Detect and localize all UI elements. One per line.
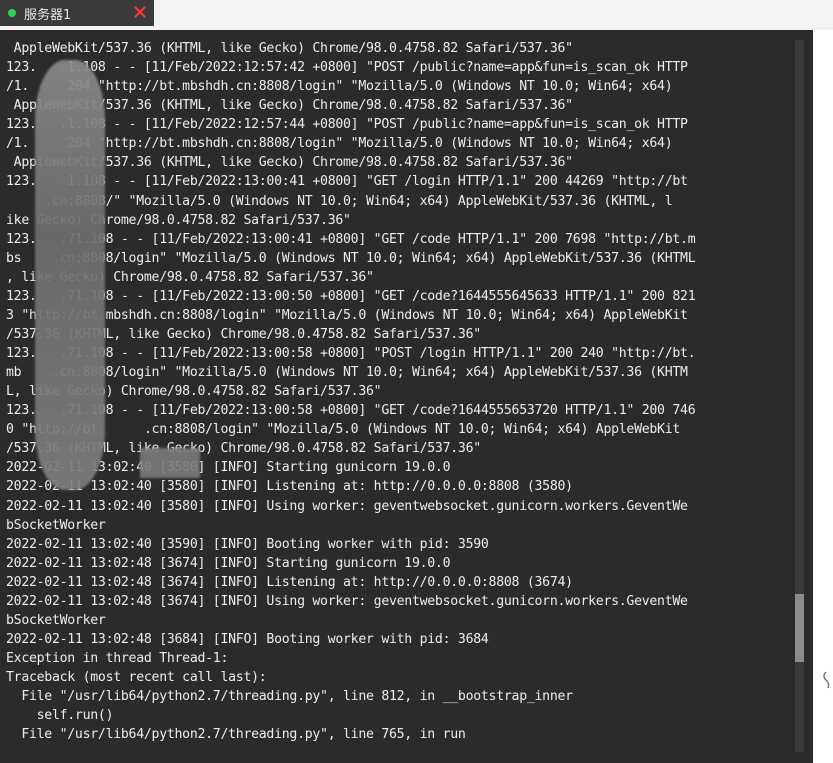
redaction-blur-small [140,448,200,478]
terminal-line: 123. .71.108 - - [11/Feb/2022:13:00:50 +… [6,288,696,304]
terminal-line: 123. .1.108 - - [11/Feb/2022:12:57:44 +0… [6,117,688,133]
terminal-line: /1. 204 "http://bt.mbshdh.cn:8808/login"… [6,136,673,152]
terminal-line: , like Gecko) Chrome/98.0.4758.82 Safari… [6,269,374,285]
close-icon[interactable] [132,4,148,20]
scrollbar-thumb[interactable] [795,594,804,662]
tab-server-1[interactable]: 服务器1 [0,0,154,26]
terminal-line: 123. .1.108 - - [11/Feb/2022:13:00:41 +0… [6,174,688,190]
terminal-output[interactable]: AppleWebKit/537.36 (KHTML, like Gecko) C… [6,39,796,759]
terminal-line: self.run() [6,708,114,724]
terminal-line: 123. .71.108 - - [11/Feb/2022:13:00:58 +… [6,346,696,361]
terminal-line: 123. .71.108 - - [11/Feb/2022:13:00:58 +… [6,403,696,419]
terminal-line: L, like Gecko) Chrome/98.0.4758.82 Safar… [6,384,382,400]
terminal-line: 123. .1.108 - - [11/Feb/2022:12:57:42 +0… [6,60,688,76]
terminal-line: 3 "http://bt.mbshdh.cn:8808/login" "Mozi… [6,307,688,323]
terminal-line: /537.36 (KHTML, like Gecko) Chrome/98.0.… [6,441,481,457]
terminal-line: .cn:8808/" "Mozilla/5.0 (Windows NT 10.0… [6,193,673,209]
redaction-blur [35,60,105,490]
window-edge [813,30,833,763]
tab-title: 服务器1 [24,7,72,23]
terminal-panel[interactable]: AppleWebKit/537.36 (KHTML, like Gecko) C… [0,30,813,763]
terminal-line: /1. 204 "http://bt.mbshdh.cn:8808/login"… [6,79,673,95]
tab-bar: 服务器1 [0,0,833,30]
terminal-line: 2022-02-11 13:02:40 [3590] [INFO] Bootin… [6,536,489,552]
terminal-line: bSocketWorker [6,517,106,533]
connection-status-dot [8,9,16,17]
terminal-line: bs .cn:8808/login" "Mozilla/5.0 (Windows… [6,250,696,266]
terminal-line: 2022-02-11 13:02:48 [3674] [INFO] Using … [6,593,688,609]
terminal-line: File "/usr/lib64/python2.7/threading.py"… [6,727,466,743]
terminal-line: AppleWebKit/537.36 (KHTML, like Gecko) C… [6,155,573,171]
terminal-line: mb .cn:8808/login" "Mozilla/5.0 (Windows… [6,365,688,381]
terminal-scrollbar[interactable] [795,40,804,752]
terminal-line: 2022-02-11 13:02:48 [3684] [INFO] Bootin… [6,631,489,647]
terminal-line: ike Gecko) Chrome/98.0.4758.82 Safari/53… [6,212,351,228]
terminal-line: File "/usr/lib64/python2.7/threading.py"… [6,689,573,705]
terminal-line: Traceback (most recent call last): [6,670,267,686]
terminal-line: bSocketWorker [6,612,106,628]
terminal-line: 2022-02-11 13:02:48 [3674] [INFO] Listen… [6,574,573,590]
terminal-line: 123. .71.108 - - [11/Feb/2022:13:00:41 +… [6,231,696,247]
terminal-line: 2022-02-11 13:02:48 [3674] [INFO] Starti… [6,555,451,571]
terminal-line: 2022-02-11 13:02:40 [3580] [INFO] Using … [6,498,688,514]
terminal-line: Exception in thread Thread-1: [6,651,229,666]
terminal-line: AppleWebKit/537.36 (KHTML, like Gecko) C… [6,98,573,114]
terminal-line: /537.36 (KHTML, like Gecko) Chrome/98.0.… [6,326,481,342]
terminal-line: AppleWebKit/537.36 (KHTML, like Gecko) C… [6,41,573,56]
terminal-line: 2022-02-11 13:02:40 [3580] [INFO] Starti… [6,460,451,476]
partial-icon [820,662,833,692]
terminal-line: 2022-02-11 13:02:40 [3580] [INFO] Listen… [6,479,573,495]
terminal-line: 0 "http://bt. .cn:8808/login" "Mozilla/5… [6,422,681,438]
